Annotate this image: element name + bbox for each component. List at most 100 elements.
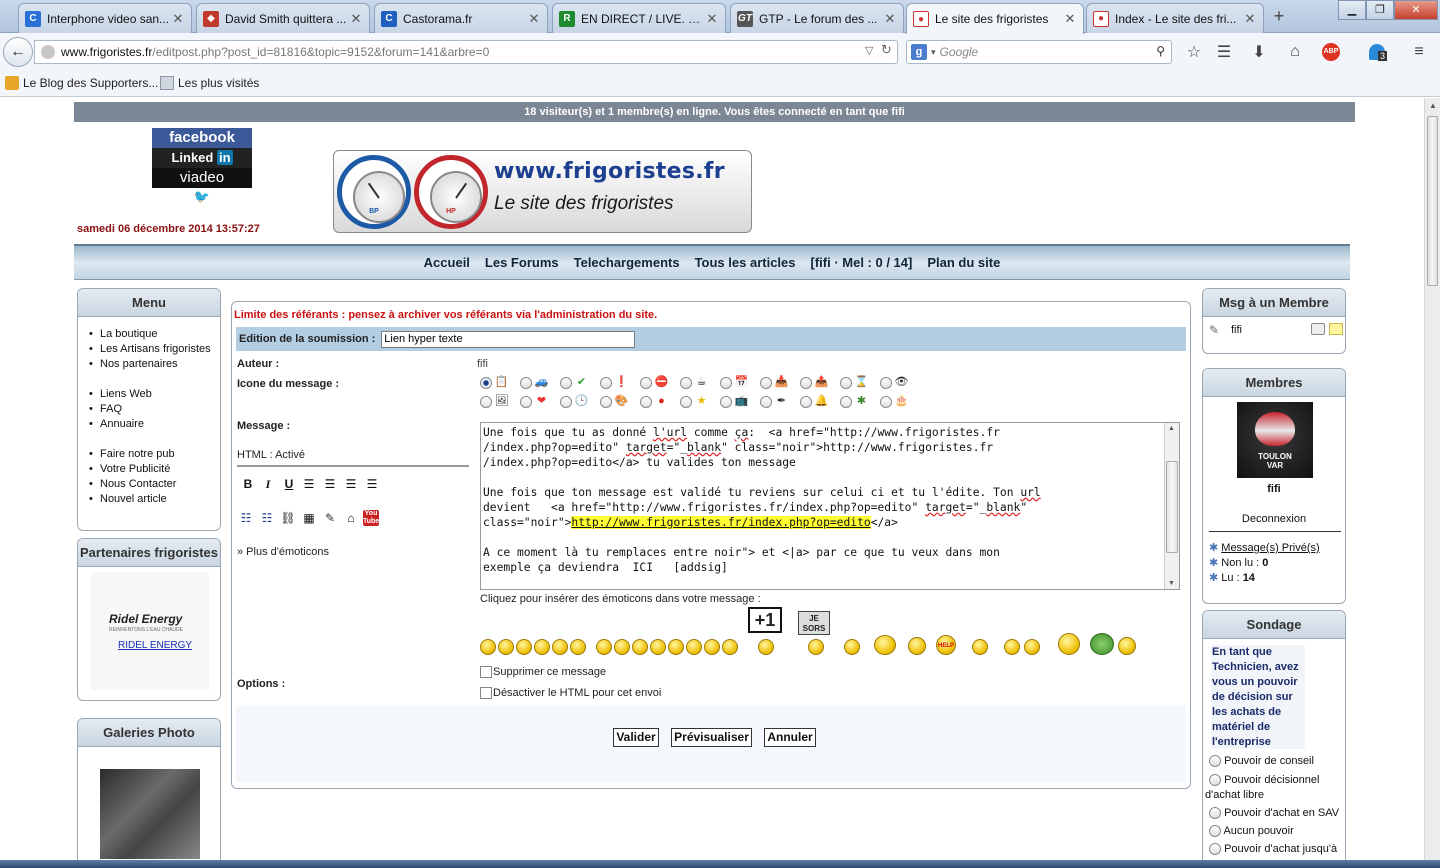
scroll-up-icon[interactable]: ▲	[1425, 98, 1440, 114]
italic-button[interactable]: I	[260, 476, 276, 492]
icon-option-tv[interactable]: 📺	[720, 394, 760, 409]
icon-option-document[interactable]: 📋	[480, 375, 520, 390]
emoticon-cool[interactable]	[534, 639, 550, 655]
cancel-button[interactable]: Annuler	[764, 728, 816, 747]
emoticon-mad[interactable]	[704, 639, 720, 655]
site-banner[interactable]: BP HP www.frigoristes.fr Le site des fri…	[333, 150, 752, 233]
validate-button[interactable]: Valider	[613, 728, 659, 747]
ghostery-icon[interactable]: 3	[1366, 41, 1388, 63]
emoticon-scooter[interactable]	[1058, 633, 1080, 655]
tab-en-direct[interactable]: R EN DIRECT / LIVE. M... ✕	[552, 3, 726, 33]
nav-accueil[interactable]: Accueil	[424, 255, 470, 270]
menu-item-boutique[interactable]: La boutique	[88, 327, 220, 342]
minimize-button[interactable]: ▁	[1338, 0, 1366, 20]
poll-option-jusqua[interactable]: Pouvoir d'achat jusqu'à	[1209, 843, 1337, 856]
icon-option-check[interactable]: ✔	[560, 375, 600, 390]
icon-option-stop[interactable]: ⛔	[640, 375, 680, 390]
align-left-icon[interactable]: ☰	[301, 476, 317, 492]
tab-interphone[interactable]: C Interphone video san... ✕	[18, 3, 192, 33]
linkedin-link[interactable]: Linked in	[152, 148, 252, 168]
search-bar[interactable]: g ▾ Google ⚲	[906, 40, 1172, 64]
link-icon[interactable]: ⛓	[280, 510, 296, 526]
adblock-icon[interactable]: ABP	[1320, 41, 1342, 63]
poll-option-sav[interactable]: Pouvoir d'achat en SAV	[1209, 807, 1339, 820]
viadeo-link[interactable]: viadeo	[152, 168, 252, 188]
align-right-icon[interactable]: ☰	[343, 476, 359, 492]
emoticon-sad[interactable]	[686, 639, 702, 655]
icon-option-clock[interactable]: 🕒	[560, 394, 600, 409]
emoticon-blow-kiss[interactable]	[1004, 639, 1020, 655]
emoticon-beanie[interactable]	[1090, 633, 1114, 655]
scroll-up-icon[interactable]: ▲	[1168, 425, 1175, 432]
menu-item-faire-pub[interactable]: Faire notre pub	[88, 447, 220, 462]
emoticon-weightlift[interactable]	[874, 635, 896, 655]
tab-gtp[interactable]: GT GTP - Le forum des ... ✕	[730, 3, 904, 33]
menu-item-votre-publicite[interactable]: Votre Publicité	[88, 462, 220, 477]
emoticon-wink[interactable]	[498, 639, 514, 655]
menu-item-nous-contacter[interactable]: Nous Contacter	[88, 477, 220, 492]
close-tab-icon[interactable]: ✕	[349, 11, 363, 27]
bookmark-blog-supporters[interactable]: Le Blog des Supporters...	[5, 76, 158, 90]
ridel-energy-link[interactable]: RIDEL ENERGY	[118, 640, 192, 651]
facebook-link[interactable]: facebook	[152, 128, 252, 148]
close-tab-icon[interactable]: ✕	[171, 11, 185, 27]
icon-option-bug[interactable]: ✱	[840, 394, 880, 409]
emoticon-rolleyes[interactable]	[650, 639, 666, 655]
option-disable-html[interactable]: Désactiver le HTML pour cet envoi	[480, 687, 661, 700]
menu-item-nouvel-article[interactable]: Nouvel article	[88, 492, 220, 507]
icon-option-calendar[interactable]: 📅	[720, 375, 760, 390]
nav-user-mail[interactable]: [fifi · Mel : 0 / 14]	[811, 255, 913, 270]
tab-le-site-des-frigoristes[interactable]: ● Le site des frigoristes ✕	[906, 3, 1084, 34]
twitter-bird-icon[interactable]: 🐦	[152, 188, 252, 206]
delete-message-checkbox[interactable]	[480, 666, 492, 679]
emoticon-cry[interactable]	[570, 639, 586, 655]
gallery-photo-thumbnail[interactable]	[100, 769, 200, 859]
close-tab-icon[interactable]: ✕	[1063, 11, 1077, 27]
close-tab-icon[interactable]: ✕	[1243, 11, 1257, 27]
poll-option-decisionnel[interactable]: Pouvoir décisionnel d'achat libre	[1205, 773, 1343, 803]
mailbox-icon[interactable]	[1311, 323, 1325, 335]
emoticon-kiss-letter[interactable]	[844, 639, 860, 655]
nav-telechargements[interactable]: Telechargements	[574, 255, 680, 270]
align-center-icon[interactable]: ☰	[322, 476, 338, 492]
bullet-list-icon[interactable]: ☷	[238, 510, 254, 526]
tab-castorama[interactable]: C Castorama.fr ✕	[374, 3, 548, 33]
menu-item-faq[interactable]: FAQ	[88, 402, 220, 417]
preview-button[interactable]: Prévisualiser	[671, 728, 752, 747]
icon-option-car[interactable]: 🚙	[520, 375, 560, 390]
icon-option-coffee[interactable]: ☕	[680, 375, 720, 390]
icon-option-hourglass[interactable]: ⌛	[840, 375, 880, 390]
emoticon-je-sors-sign[interactable]: JE SORS	[798, 611, 830, 635]
menu-item-liens-web[interactable]: Liens Web	[88, 387, 220, 402]
emoticon-wow[interactable]	[1118, 637, 1136, 655]
emoticon-confused[interactable]	[632, 639, 648, 655]
emoticon-laugh[interactable]	[552, 639, 568, 655]
icon-option-eye[interactable]: 👁	[880, 375, 920, 390]
table-icon[interactable]: ▦	[301, 510, 317, 526]
align-justify-icon[interactable]: ☰	[364, 476, 380, 492]
emoticon-grin[interactable]	[516, 639, 532, 655]
avatar[interactable]: TOULON VAR	[1237, 402, 1313, 478]
icon-option-enter[interactable]: 📥	[760, 375, 800, 390]
message-textarea[interactable]: Une fois que tu as donné l'url comme ça:…	[480, 422, 1180, 590]
private-messages-link[interactable]: ✱ Message(s) Privé(s)	[1209, 541, 1320, 554]
close-window-button[interactable]: ✕	[1394, 0, 1438, 20]
close-tab-icon[interactable]: ✕	[883, 11, 897, 27]
page-scrollbar[interactable]: ▲	[1424, 98, 1440, 860]
reload-icon[interactable]: ↻	[881, 42, 892, 58]
numbered-list-icon[interactable]: ☷	[259, 510, 275, 526]
ridel-energy-logo[interactable]: Ridel Energy REINVENTONS L'EAU CHAUDE RI…	[91, 572, 209, 690]
home-icon[interactable]: ⌂	[1284, 41, 1306, 63]
option-delete-message[interactable]: Supprimer ce message	[480, 666, 606, 679]
dropdown-arrow-icon[interactable]: ▽	[865, 44, 873, 57]
bookmark-star-icon[interactable]: ☆	[1183, 41, 1205, 63]
icon-option-cake[interactable]: 🎂	[880, 394, 920, 409]
emoticon-sleep[interactable]	[908, 637, 926, 655]
post-title-input[interactable]	[381, 330, 636, 348]
tab-david-smith[interactable]: ◆ David Smith quittera ... ✕	[196, 3, 370, 33]
icon-option-image[interactable]: 🖼	[480, 394, 520, 409]
icon-option-alert[interactable]: ❗	[600, 375, 640, 390]
note-icon[interactable]	[1329, 323, 1343, 335]
new-tab-button[interactable]: +	[1268, 6, 1290, 28]
scroll-down-icon[interactable]: ▼	[1168, 580, 1175, 587]
